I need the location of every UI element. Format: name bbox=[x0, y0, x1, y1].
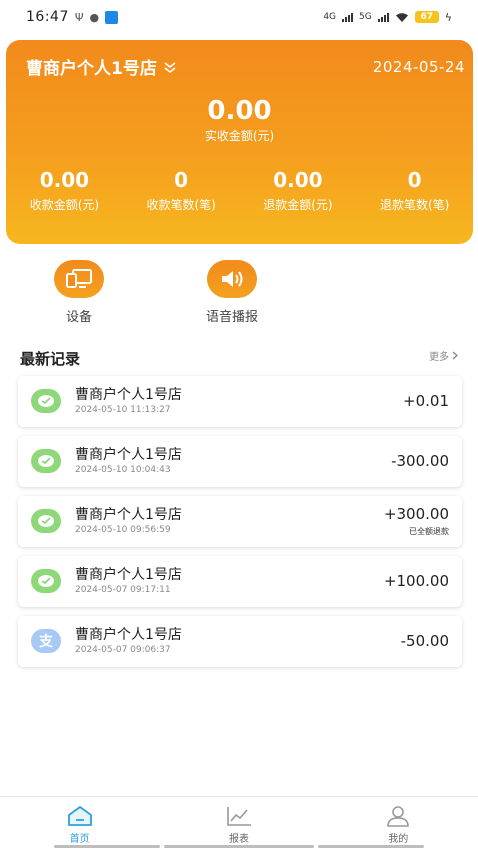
stat-value: 0.00 bbox=[39, 168, 90, 192]
record-amount: -50.00 bbox=[400, 632, 449, 650]
list-item[interactable]: 曹商户个人1号店 2024-05-07 09:17:11 +100.00 bbox=[18, 556, 462, 607]
wechat-pay-icon bbox=[31, 509, 61, 533]
stat-label: 退款金额(元) bbox=[263, 198, 333, 212]
record-amount: +0.01 bbox=[403, 392, 449, 410]
voice-broadcast-button[interactable]: 语音播报 bbox=[206, 260, 258, 325]
devices-label: 设备 bbox=[65, 310, 92, 325]
status-left: 16:47 Ψ ● bbox=[26, 9, 119, 25]
voice-broadcast-label: 语音播报 bbox=[206, 310, 259, 325]
record-store-name: 曹商户个人1号店 bbox=[75, 567, 182, 583]
wechat-pay-icon bbox=[31, 449, 61, 473]
stat-value: 0 bbox=[174, 168, 189, 192]
nav-indicator bbox=[164, 845, 314, 848]
record-store-name: 曹商户个人1号店 bbox=[75, 387, 182, 403]
devices-icon bbox=[54, 260, 104, 298]
refund-status-badge: 已全额退款 bbox=[409, 527, 449, 536]
record-store-name: 曹商户个人1号店 bbox=[75, 447, 182, 463]
status-time: 16:47 bbox=[26, 9, 69, 25]
nav-indicator bbox=[54, 845, 160, 848]
record-time: 2024-05-07 09:06:37 bbox=[75, 645, 171, 655]
signal-icon bbox=[342, 12, 354, 22]
more-label: 更多 bbox=[429, 352, 449, 363]
chevron-right-icon bbox=[452, 351, 458, 360]
usb-icon: Ψ bbox=[74, 10, 84, 24]
nav-home[interactable]: 首页 bbox=[0, 797, 159, 850]
app-notification-icon bbox=[105, 10, 119, 24]
nav-profile-label: 我的 bbox=[388, 834, 409, 845]
record-amount: -300.00 bbox=[391, 452, 449, 470]
summary-card: 曹商户个人1号店 2024-05-24 0.00 实收金额(元) 0.00 收款… bbox=[6, 40, 473, 244]
network-4g-label: 4G bbox=[323, 12, 337, 22]
wechat-pay-icon bbox=[31, 569, 61, 593]
summary-date[interactable]: 2024-05-24 bbox=[373, 58, 465, 76]
list-item[interactable]: 曹商户个人1号店 2024-05-10 10:04:43 -300.00 bbox=[18, 436, 462, 487]
quick-actions: 设备 语音播报 bbox=[0, 260, 478, 325]
more-link[interactable]: 更多 bbox=[429, 348, 458, 363]
signal-icon-2 bbox=[377, 12, 389, 22]
home-icon bbox=[67, 806, 92, 826]
bottom-nav: 首页 报表 我的 bbox=[0, 796, 478, 850]
record-amount: +300.00 bbox=[383, 505, 449, 523]
nav-home-label: 首页 bbox=[69, 834, 90, 845]
nav-profile[interactable]: 我的 bbox=[319, 797, 478, 850]
record-amount: +100.00 bbox=[383, 572, 449, 590]
list-item[interactable]: 曹商户个人1号店 2024-05-10 09:56:59 +300.00 已全额… bbox=[18, 496, 462, 547]
record-time: 2024-05-10 10:04:43 bbox=[75, 465, 171, 475]
stat-value: 0.00 bbox=[273, 168, 323, 192]
record-store-name: 曹商户个人1号店 bbox=[75, 507, 182, 523]
record-time: 2024-05-10 09:56:59 bbox=[75, 525, 171, 535]
status-bar: 16:47 Ψ ● 4G 5G 67 ϟ bbox=[0, 0, 478, 34]
wifi-icon bbox=[395, 12, 408, 22]
record-time: 2024-05-07 09:17:11 bbox=[75, 585, 171, 595]
stat-collected-amount: 0.00 收款金额(元) bbox=[6, 168, 123, 213]
stat-refund-amount: 0.00 退款金额(元) bbox=[240, 168, 357, 213]
nav-reports-label: 报表 bbox=[228, 834, 249, 845]
records-list: 曹商户个人1号店 2024-05-10 11:13:27 +0.01 曹商户个人… bbox=[18, 376, 462, 676]
stat-refund-count: 0 退款笔数(笔) bbox=[356, 168, 473, 213]
wechat-pay-icon bbox=[31, 389, 61, 413]
store-name: 曹商户个人1号店 bbox=[26, 59, 157, 79]
list-item[interactable]: 支 曹商户个人1号店 2024-05-07 09:06:37 -50.00 bbox=[18, 616, 462, 667]
latest-records-title: 最新记录 bbox=[20, 350, 81, 368]
net-amount-label: 实收金额(元) bbox=[204, 129, 275, 143]
stat-label: 退款笔数(笔) bbox=[379, 198, 450, 212]
message-icon: ● bbox=[89, 10, 100, 24]
devices-button[interactable]: 设备 bbox=[54, 260, 104, 325]
list-item[interactable]: 曹商户个人1号店 2024-05-10 11:13:27 +0.01 bbox=[18, 376, 462, 427]
charging-icon: ϟ bbox=[444, 10, 452, 24]
profile-icon bbox=[387, 806, 410, 827]
stat-label: 收款笔数(笔) bbox=[146, 198, 216, 212]
store-selector[interactable]: 曹商户个人1号店 bbox=[26, 54, 177, 79]
record-store-name: 曹商户个人1号店 bbox=[75, 627, 182, 643]
battery-icon: 67 bbox=[414, 11, 439, 23]
stat-collected-count: 0 收款笔数(笔) bbox=[123, 168, 240, 213]
speaker-icon bbox=[207, 260, 257, 298]
double-chevron-down-icon bbox=[164, 61, 176, 73]
nav-indicator bbox=[318, 845, 424, 848]
net-amount-value: 0.00 bbox=[207, 96, 272, 126]
network-5g-label: 5G bbox=[359, 12, 372, 22]
chart-icon bbox=[227, 807, 251, 826]
stats-row: 0.00 收款金额(元) 0 收款笔数(笔) 0.00 退款金额(元) 0 退款… bbox=[6, 168, 473, 213]
alipay-icon: 支 bbox=[31, 629, 61, 653]
status-right: 4G 5G 67 ϟ bbox=[323, 11, 452, 24]
stat-label: 收款金额(元) bbox=[29, 198, 100, 212]
stat-value: 0 bbox=[407, 168, 422, 192]
nav-reports[interactable]: 报表 bbox=[159, 797, 318, 850]
record-time: 2024-05-10 11:13:27 bbox=[75, 405, 171, 415]
